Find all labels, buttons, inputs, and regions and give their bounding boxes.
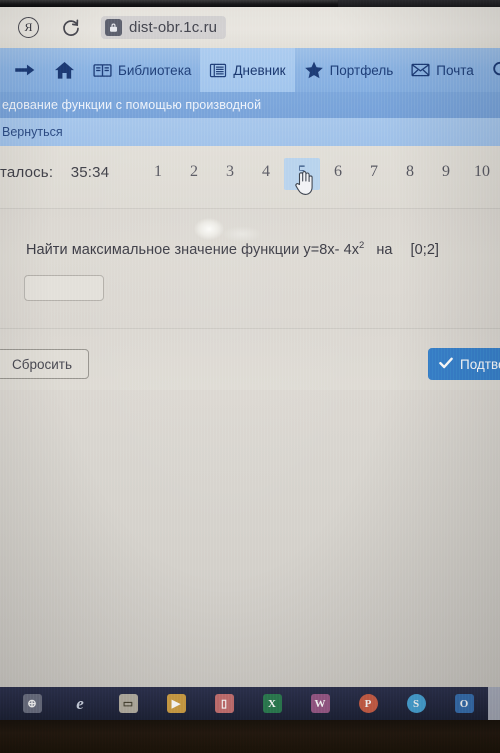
question-text-main: Найти максимальное значение функции y=8x… xyxy=(26,241,360,258)
timer-value: 35:34 xyxy=(70,164,110,181)
question-pagination: 1 2 3 4 5 6 7 8 9 10 xyxy=(140,158,500,196)
taskbar-word[interactable]: W xyxy=(296,687,344,720)
reload-icon[interactable] xyxy=(61,18,81,38)
taskbar-file-explorer[interactable]: ▭ xyxy=(104,687,152,720)
test-title-bar: едование функции с помощью производной xyxy=(0,92,500,118)
sidebar-item-diary[interactable]: Дневник xyxy=(200,48,295,92)
nav-search-button[interactable] xyxy=(483,48,500,92)
confirm-button-label: Подтвердить xyxy=(460,356,500,372)
page-empty-area xyxy=(0,390,500,687)
page-button-9[interactable]: 9 xyxy=(428,158,464,190)
quiz-toolbar: талось: 35:34 1 2 3 4 5 6 7 8 9 10 xyxy=(0,146,500,208)
windows-taskbar: ⊕ e ▭ ▶ ▯ X W P S O ∨ xyxy=(0,687,500,720)
taskbar-pdf-reader[interactable]: ▯ xyxy=(200,687,248,720)
address-bar[interactable]: dist-obr.1c.ru xyxy=(101,16,227,39)
monitor-photo: Я dist-obr.1c.ru Библиотека Дневник Порт… xyxy=(0,0,500,753)
start-icon: ⊕ xyxy=(22,694,42,713)
reset-button-label: Сбросить xyxy=(11,356,72,372)
sidebar-item-diary-label: Дневник xyxy=(233,62,286,78)
lock-icon xyxy=(105,19,122,36)
sidebar-item-library[interactable]: Библиотека xyxy=(84,48,200,92)
question-exponent: 2 xyxy=(359,240,365,251)
taskbar-media-player[interactable]: ▶ xyxy=(152,687,200,720)
internet-explorer-icon: e xyxy=(76,693,84,713)
sidebar-item-mail-label: Почта xyxy=(436,62,474,78)
sidebar-item-library-label: Библиотека xyxy=(118,62,192,78)
answer-input[interactable] xyxy=(24,275,104,301)
page-button-4[interactable]: 4 xyxy=(248,158,284,190)
arrow-right-icon xyxy=(14,62,36,78)
page-button-10[interactable]: 10 xyxy=(464,158,500,190)
pdf-icon: ▯ xyxy=(214,694,234,713)
timer: талось: 35:34 xyxy=(0,164,109,181)
site-navbar: Библиотека Дневник Портфель Почта xyxy=(0,48,500,92)
nav-home-button[interactable] xyxy=(45,48,84,92)
page-button-7[interactable]: 7 xyxy=(356,158,392,190)
taskbar-excel[interactable]: X xyxy=(248,687,296,720)
star-icon xyxy=(304,61,324,79)
skype-icon: S xyxy=(406,694,426,713)
url-text: dist-obr.1c.ru xyxy=(129,19,218,36)
page-button-3[interactable]: 3 xyxy=(212,158,248,190)
back-bar: Вернуться xyxy=(0,118,500,146)
word-icon: W xyxy=(310,694,330,713)
browser-toolbar: Я dist-obr.1c.ru xyxy=(0,7,500,48)
book-icon xyxy=(93,63,112,78)
taskbar-outlook[interactable]: O xyxy=(440,687,488,720)
sidebar-item-mail[interactable]: Почта xyxy=(402,48,483,92)
page-title: едование функции с помощью производной xyxy=(2,98,262,112)
sidebar-item-portfolio-label: Портфель xyxy=(329,62,394,78)
envelope-icon xyxy=(411,63,430,77)
page-button-1[interactable]: 1 xyxy=(140,158,176,190)
desk-surface xyxy=(0,720,500,753)
timer-label: талось: xyxy=(0,164,54,181)
confirm-button[interactable]: Подтвердить xyxy=(428,348,500,380)
notebook-icon xyxy=(209,63,227,78)
page-button-2[interactable]: 2 xyxy=(176,158,212,190)
yandex-logo-icon[interactable]: Я xyxy=(18,17,39,38)
sidebar-item-portfolio[interactable]: Портфель xyxy=(295,48,403,92)
taskbar-start-button[interactable]: ⊕ xyxy=(8,687,56,720)
page-button-6[interactable]: 6 xyxy=(320,158,356,190)
taskbar-active-window[interactable]: ∨ xyxy=(488,687,500,720)
powerpoint-icon: P xyxy=(358,694,378,713)
outlook-icon: O xyxy=(454,694,474,713)
check-icon xyxy=(439,357,453,372)
taskbar-internet-explorer[interactable]: e xyxy=(56,687,104,720)
page-button-8[interactable]: 8 xyxy=(392,158,428,190)
question-text: Найти максимальное значение функции y=8x… xyxy=(26,240,439,258)
folder-icon: ▭ xyxy=(118,694,138,713)
search-icon xyxy=(492,61,500,80)
nav-forward-button[interactable] xyxy=(0,48,45,92)
taskbar-powerpoint[interactable]: P xyxy=(344,687,392,720)
back-link[interactable]: Вернуться xyxy=(0,125,63,139)
question-interval: [0;2] xyxy=(410,241,440,258)
yandex-logo-glyph: Я xyxy=(24,20,33,34)
excel-icon: X xyxy=(262,694,282,713)
media-player-icon: ▶ xyxy=(166,694,186,713)
taskbar-skype[interactable]: S xyxy=(392,687,440,720)
question-on-word: на xyxy=(376,241,393,258)
page-button-5[interactable]: 5 xyxy=(284,158,320,190)
home-icon xyxy=(54,61,75,80)
reset-button[interactable]: Сбросить xyxy=(0,349,89,379)
question-panel xyxy=(0,208,500,328)
